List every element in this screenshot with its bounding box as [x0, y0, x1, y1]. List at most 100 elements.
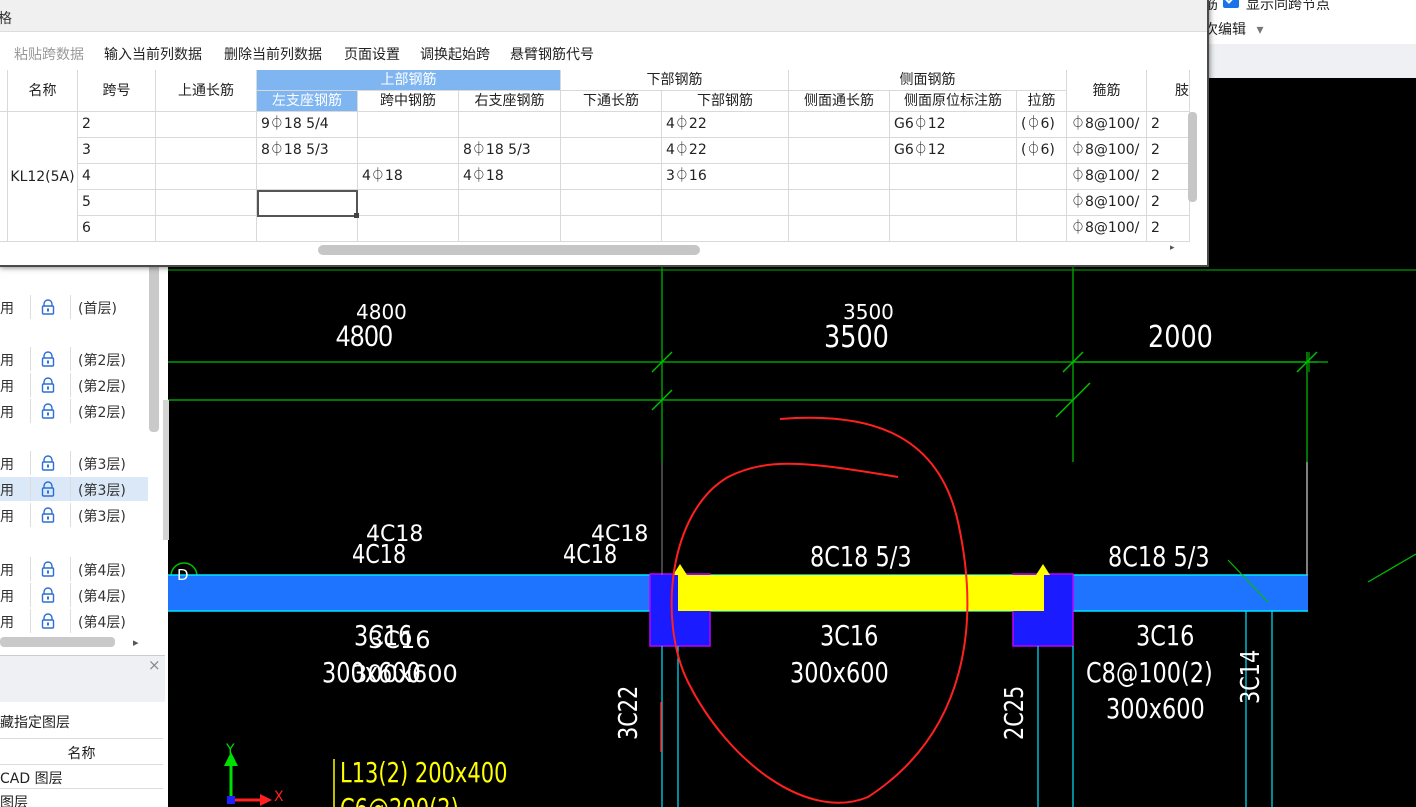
layer-visibility-cell[interactable]: 用: [0, 298, 30, 318]
legs-cell[interactable]: 2: [1147, 190, 1190, 216]
span-cell[interactable]: 4: [78, 164, 156, 190]
lock-icon[interactable]: [40, 299, 56, 315]
mid-span-cell[interactable]: [358, 138, 459, 164]
bottom-bar-cell[interactable]: [662, 190, 789, 216]
lock-icon[interactable]: [40, 455, 56, 471]
stirrup-cell[interactable]: ⏀8@100/: [1067, 190, 1147, 216]
mid-span-cell[interactable]: [358, 216, 459, 242]
layer-row[interactable]: CAD 图层: [0, 765, 163, 789]
header-stirrup[interactable]: 箍筋: [1067, 70, 1147, 112]
bottom-bar-cell[interactable]: [662, 216, 789, 242]
layer-visibility-cell[interactable]: 用: [0, 586, 30, 606]
header-bottom-through[interactable]: 下通长筋: [561, 91, 662, 112]
side-orig-cell[interactable]: [890, 190, 1017, 216]
header-right-support[interactable]: 右支座钢筋: [459, 91, 561, 112]
top-through-cell[interactable]: [156, 216, 257, 242]
layer-visibility-cell[interactable]: 用: [0, 402, 30, 422]
header-legs[interactable]: 肢: [1147, 70, 1190, 112]
right-support-cell[interactable]: 8⏀18 5/3: [459, 138, 561, 164]
legs-cell[interactable]: 2: [1147, 138, 1190, 164]
mid-span-cell[interactable]: [358, 112, 459, 138]
span-cell[interactable]: 5: [78, 190, 156, 216]
stirrup-cell[interactable]: ⏀8@100/: [1067, 164, 1147, 190]
floor-layer-row[interactable]: 用 (第2层): [0, 373, 148, 397]
lock-icon[interactable]: [40, 507, 56, 523]
tie-cell[interactable]: [1017, 216, 1067, 242]
lock-icon[interactable]: [40, 377, 56, 393]
header-bottom-bar[interactable]: 下部钢筋: [662, 91, 789, 112]
scroll-right-arrow-icon[interactable]: ▸: [133, 636, 139, 649]
cantilever-rebar-code-button[interactable]: 悬臂钢筋代号: [510, 44, 594, 64]
floor-layer-row[interactable]: 用 (第4层): [0, 557, 148, 581]
span-cell[interactable]: 3: [78, 138, 156, 164]
tie-cell[interactable]: [1017, 164, 1067, 190]
show-span-node-checkbox[interactable]: [1223, 0, 1239, 8]
side-through-cell[interactable]: [789, 138, 890, 164]
layer-visibility-cell[interactable]: 用: [0, 506, 30, 526]
scroll-right-arrow-icon[interactable]: ▸: [1170, 243, 1175, 253]
right-support-cell[interactable]: [459, 190, 561, 216]
header-left-support[interactable]: 左支座钢筋: [257, 91, 358, 112]
paste-span-data-button[interactable]: 粘贴跨数据: [14, 44, 84, 64]
batch-edit-dropdown[interactable]: 次编辑 ▾: [1204, 19, 1263, 39]
tie-cell[interactable]: (⏀6): [1017, 138, 1067, 164]
panel-splitter[interactable]: [163, 400, 169, 540]
left-support-cell[interactable]: 9⏀18 5/4: [257, 112, 358, 138]
legs-cell[interactable]: 2: [1147, 164, 1190, 190]
stirrup-cell[interactable]: ⏀8@100/: [1067, 216, 1147, 242]
legs-cell[interactable]: 2: [1147, 216, 1190, 242]
stirrup-cell[interactable]: ⏀8@100/: [1067, 112, 1147, 138]
active-cell-cursor[interactable]: [257, 190, 358, 217]
stirrup-cell[interactable]: ⏀8@100/: [1067, 138, 1147, 164]
fill-handle[interactable]: [354, 213, 359, 218]
bottom-bar-cell[interactable]: 4⏀22: [662, 112, 789, 138]
left-support-cell[interactable]: [257, 216, 358, 242]
mid-span-cell[interactable]: [358, 190, 459, 216]
side-orig-cell[interactable]: [890, 216, 1017, 242]
floor-layer-row[interactable]: 用 (第4层): [0, 583, 148, 607]
lock-icon[interactable]: [40, 613, 56, 629]
layer-visibility-cell[interactable]: 用: [0, 480, 30, 500]
floor-layer-row[interactable]: 用 (第2层): [0, 399, 148, 423]
floor-layer-row[interactable]: 用 (首层): [0, 295, 148, 319]
side-orig-cell[interactable]: [890, 164, 1017, 190]
close-icon[interactable]: ×: [148, 656, 161, 674]
layer-visibility-cell[interactable]: 用: [0, 612, 30, 632]
left-support-cell[interactable]: 8⏀18 5/3: [257, 138, 358, 164]
tie-cell[interactable]: [1017, 190, 1067, 216]
cad-canvas[interactable]: 4800 4800 3500 3500 2000 D 4C18 4C18 4C1…: [168, 262, 1416, 807]
bottom-through-cell[interactable]: [561, 112, 662, 138]
floor-layer-row[interactable]: 用 (第3层): [0, 451, 148, 475]
bottom-through-cell[interactable]: [561, 190, 662, 216]
page-setup-button[interactable]: 页面设置: [344, 44, 400, 64]
left-support-cell[interactable]: [257, 164, 358, 190]
top-through-cell[interactable]: [156, 190, 257, 216]
lock-icon[interactable]: [40, 403, 56, 419]
swap-start-span-button[interactable]: 调换起始跨: [420, 44, 490, 64]
delete-column-data-button[interactable]: 删除当前列数据: [224, 44, 322, 64]
bottom-through-cell[interactable]: [561, 216, 662, 242]
side-orig-cell[interactable]: G6⏀12: [890, 138, 1017, 164]
header-mid-span[interactable]: 跨中钢筋: [358, 91, 459, 112]
bottom-through-cell[interactable]: [561, 138, 662, 164]
span-cell[interactable]: 2: [78, 112, 156, 138]
lock-icon[interactable]: [40, 587, 56, 603]
grid-vscrollbar[interactable]: [1188, 112, 1197, 202]
span-cell[interactable]: 6: [78, 216, 156, 242]
bottom-through-cell[interactable]: [561, 164, 662, 190]
lock-icon[interactable]: [40, 481, 56, 497]
floor-layer-row[interactable]: 用 (第4层): [0, 609, 148, 633]
input-column-data-button[interactable]: 输入当前列数据: [104, 44, 202, 64]
side-orig-cell[interactable]: G6⏀12: [890, 112, 1017, 138]
mid-span-cell[interactable]: 4⏀18: [358, 164, 459, 190]
lock-icon[interactable]: [40, 351, 56, 367]
lock-icon[interactable]: [40, 561, 56, 577]
beam-name-cell[interactable]: KL12(5A): [8, 112, 78, 242]
floor-layer-row[interactable]: 用 (第3层): [0, 503, 148, 527]
side-through-cell[interactable]: [789, 164, 890, 190]
floor-layer-row[interactable]: 用 (第2层): [0, 347, 148, 371]
layer-row[interactable]: 图层: [0, 789, 163, 807]
tie-cell[interactable]: (⏀6): [1017, 112, 1067, 138]
layer-visibility-cell[interactable]: 用: [0, 376, 30, 396]
right-support-cell[interactable]: [459, 216, 561, 242]
